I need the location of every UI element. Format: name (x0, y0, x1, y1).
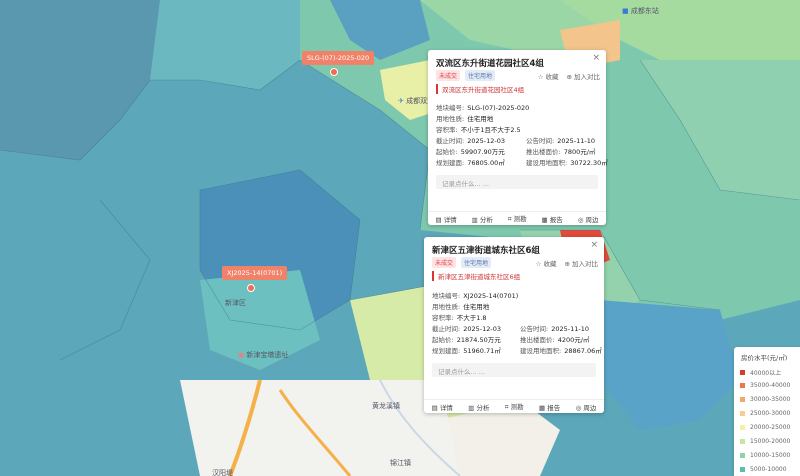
detail-button[interactable]: ▤ 详情 (435, 214, 456, 224)
legend-swatch (740, 453, 745, 458)
star-icon: ☆ (537, 73, 544, 81)
legend-item: 40000以上 (740, 368, 781, 377)
parcel-card-2[interactable]: 新津区五津街道城东社区6组 × 未成交 住宅用地 ☆ 收藏 ⊕ 加入对比 新津区… (424, 237, 604, 413)
station-icon: ■ (622, 7, 629, 15)
parcel-card-1[interactable]: 双流区东升街道花园社区4组 × 未成交 住宅用地 ☆ 收藏 ⊕ 加入对比 双流区… (428, 50, 608, 225)
report-button[interactable]: ▦ 报告 (542, 214, 563, 224)
parcel-tag-xj[interactable]: XJ2025-14(0701) (222, 266, 288, 280)
star-icon: ☆ (535, 260, 542, 268)
far-row: 容积率: 不大于1.8 (432, 314, 487, 322)
card-title: 双流区东升街道花园社区4组 (436, 59, 544, 69)
legend-swatch (740, 383, 745, 388)
legend-item: 5000-10000 (740, 466, 787, 473)
parcel-pin-xj[interactable] (247, 284, 255, 292)
map-region-south-west (0, 380, 200, 476)
card-subtitle: 双流区东升街道花园社区4组 (436, 84, 524, 94)
legend-swatch (740, 411, 745, 416)
airport-icon: ✈ (398, 97, 404, 105)
land-use-badge: 住宅用地 (465, 70, 496, 81)
report-icon: ▦ (541, 215, 548, 224)
announce-time-row: 公告时间: 2025-11-10 (520, 325, 589, 333)
note-input[interactable]: 记录点什么... ... (432, 363, 596, 377)
document-icon: ▤ (435, 215, 442, 224)
start-price-row: 起始价: 21874.50万元 (432, 336, 501, 344)
compare-button[interactable]: ⊕ 加入对比 (566, 71, 600, 81)
location-icon: ◎ (577, 215, 584, 224)
close-icon[interactable]: × (590, 240, 598, 250)
favorite-button[interactable]: ☆ 收藏 (538, 71, 559, 81)
plan-area-row: 规划建面: 76805.00㎡ (436, 159, 505, 167)
legend-item: 30000-35000 (740, 396, 790, 403)
legend-title: 房价水平(元/㎡) (741, 354, 788, 362)
legend-swatch (740, 397, 745, 402)
poi-icon: ● (238, 351, 245, 359)
use-row: 用地性质: 住宅用地 (436, 115, 494, 123)
favorite-button[interactable]: ☆ 收藏 (536, 258, 557, 268)
floor-price-row: 推出楼面价: 4200元/㎡ (520, 336, 590, 344)
report-icon: ▦ (538, 403, 546, 412)
legend-item: 25000-30000 (740, 410, 790, 417)
status-badge: 未成交 (432, 257, 457, 268)
location-icon: ◎ (575, 403, 582, 412)
end-time-row: 截止时间: 2025-12-03 (432, 325, 501, 333)
parcel-pin-slg[interactable] (330, 68, 338, 76)
parcel-tag-slg[interactable]: SLG-(07)-2025-020 (302, 51, 375, 65)
card-title: 新津区五津街道城东社区6组 (432, 246, 540, 256)
close-icon[interactable]: × (592, 53, 600, 63)
report-button[interactable]: ▦ 报告 (539, 402, 560, 412)
survey-button[interactable]: ⌗ 测勘 (508, 213, 527, 224)
plan-area-row: 规划建面: 51960.71㎡ (432, 347, 501, 355)
place-label: ● 新津宝墩遗址 (238, 351, 289, 359)
chart-icon: ▥ (468, 403, 475, 412)
price-heat-map[interactable] (0, 0, 800, 476)
place-label: 新津区 (225, 299, 246, 307)
place-label: 汉阳堤 (212, 469, 233, 476)
detail-button[interactable]: ▤ 详情 (432, 402, 453, 412)
legend-item: 20000-25000 (740, 424, 790, 431)
price-legend: 房价水平(元/㎡) 40000以上 35000-40000 30000-3500… (734, 347, 800, 476)
legend-item: 35000-40000 (740, 382, 790, 389)
nearby-button[interactable]: ◎ 周边 (576, 402, 597, 412)
analysis-button[interactable]: ▥ 分析 (472, 214, 493, 224)
legend-swatch (740, 467, 745, 472)
legend-swatch (740, 425, 745, 430)
use-row: 用地性质: 住宅用地 (432, 303, 490, 311)
legend-swatch (740, 370, 745, 375)
land-area-row: 建设用地面积: 28867.06㎡ (520, 347, 602, 355)
plus-circle-icon: ⊕ (566, 73, 572, 81)
nearby-button[interactable]: ◎ 周边 (578, 214, 599, 224)
parcel-no-row: 地块编号: SLG-(07)-2025-020 (436, 104, 530, 112)
parcel-no-row: 地块编号: XJ2025-14(0701) (432, 292, 519, 300)
chart-icon: ▥ (471, 215, 478, 224)
note-input[interactable]: 记录点什么... ... (436, 175, 598, 189)
announce-time-row: 公告时间: 2025-11-10 (526, 137, 595, 145)
place-label: ■ 成都东站 (622, 7, 659, 15)
analysis-button[interactable]: ▥ 分析 (468, 402, 489, 412)
status-badge: 未成交 (436, 70, 461, 81)
legend-item: 10000-15000 (740, 452, 790, 459)
plus-circle-icon: ⊕ (564, 260, 570, 268)
survey-icon: ⌗ (507, 215, 512, 223)
survey-button[interactable]: ⌗ 测勘 (505, 401, 524, 412)
far-row: 容积率: 不小于1且不大于2.5 (436, 126, 521, 134)
place-label: 黄龙溪镇 (372, 402, 400, 410)
map-region-base (180, 380, 460, 476)
card-subtitle: 新津区五津街道城东社区6组 (432, 271, 520, 281)
start-price-row: 起始价: 59907.90万元 (436, 148, 505, 156)
floor-price-row: 推出楼面价: 7800元/㎡ (526, 148, 596, 156)
end-time-row: 截止时间: 2025-12-03 (436, 137, 505, 145)
legend-swatch (740, 439, 745, 444)
place-label: 锦江镇 (390, 459, 411, 467)
land-area-row: 建设用地面积: 30722.30㎡ (526, 159, 608, 167)
document-icon: ▤ (431, 403, 438, 412)
compare-button[interactable]: ⊕ 加入对比 (564, 258, 598, 268)
map-region-north-west (150, 0, 300, 90)
land-use-badge: 住宅用地 (461, 257, 492, 268)
legend-item: 15000-20000 (740, 438, 790, 445)
survey-icon: ⌗ (504, 403, 509, 411)
